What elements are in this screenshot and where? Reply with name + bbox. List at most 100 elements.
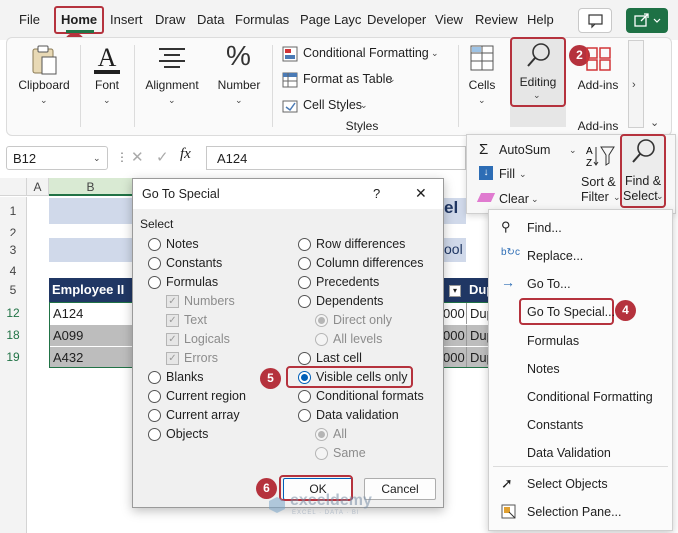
share-button[interactable] — [626, 8, 668, 33]
tab-page-layout[interactable]: Page Layc — [300, 12, 361, 27]
column-header-a[interactable]: A — [27, 178, 49, 196]
row-header[interactable]: 19 — [0, 346, 27, 368]
table-row[interactable]: 000 — [443, 325, 466, 346]
radio-button[interactable] — [298, 256, 311, 270]
help-button[interactable]: ? — [373, 186, 380, 201]
radio-button[interactable] — [298, 351, 311, 365]
row-header[interactable]: 4 — [0, 264, 27, 278]
option-data-validation[interactable]: Data validation — [298, 408, 399, 422]
autosum-button[interactable]: Σ AutoSum ⌄ — [475, 141, 577, 161]
menu-item-replace[interactable]: b↻c Replace... — [489, 244, 672, 268]
menu-item-formulas[interactable]: Formulas — [527, 334, 579, 348]
row-header[interactable]: 12 — [0, 302, 27, 324]
tab-formulas[interactable]: Formulas — [235, 12, 289, 27]
table-row[interactable]: Dup — [466, 303, 494, 324]
font-group[interactable]: A Font ⌄ — [84, 42, 130, 132]
insert-function-icon[interactable]: fx — [180, 146, 191, 163]
row-header[interactable]: 1 — [0, 197, 27, 226]
table-row[interactable]: 000 — [443, 347, 466, 367]
radio-button[interactable] — [298, 408, 311, 422]
find-select-button[interactable]: Find & Select ⌄ — [620, 134, 666, 208]
option-precedents[interactable]: Precedents — [298, 275, 379, 289]
close-icon[interactable]: ✕ — [415, 185, 427, 202]
clipboard-group[interactable]: Clipboard ⌄ — [14, 42, 74, 132]
menu-item-find[interactable]: ⚲ Find... — [489, 216, 672, 240]
option-objects[interactable]: Objects — [148, 427, 208, 441]
option-current-region[interactable]: Current region — [148, 389, 246, 403]
filter-dropdown-icon[interactable]: ▾ — [449, 285, 461, 297]
tab-data[interactable]: Data — [197, 12, 224, 27]
table-cell[interactable]: A432 — [50, 350, 83, 365]
option-conditional-formats[interactable]: Conditional formats — [298, 389, 424, 403]
tab-developer[interactable]: Developer — [367, 12, 426, 27]
menu-item-select-objects[interactable]: ➚ Select Objects — [489, 472, 672, 496]
radio-button[interactable] — [148, 237, 161, 251]
conditional-formatting-button[interactable]: Conditional Formatting ⌄ — [282, 44, 442, 64]
row-header[interactable]: 5 — [0, 278, 27, 302]
row-header[interactable]: 18 — [0, 324, 27, 346]
radio-button[interactable] — [148, 427, 161, 441]
radio-button[interactable] — [148, 275, 161, 289]
table-cell[interactable]: A099 — [50, 328, 83, 343]
menu-item-conditional-formatting[interactable]: Conditional Formatting — [527, 390, 653, 404]
name-box[interactable]: B12 ⌄ — [6, 146, 108, 170]
row-header[interactable]: 2 — [0, 226, 27, 240]
row-header[interactable]: 3 — [0, 236, 27, 264]
tab-insert[interactable]: Insert — [110, 12, 143, 27]
cells-group[interactable]: Cells ⌄ — [462, 42, 502, 108]
radio-button[interactable] — [148, 370, 161, 384]
tab-review[interactable]: Review — [475, 12, 518, 27]
table-row[interactable]: A432 — [50, 347, 132, 367]
editing-button[interactable]: Editing ⌄ — [510, 37, 566, 107]
option-dependents[interactable]: Dependents — [298, 294, 383, 308]
option-row-differences[interactable]: Row differences — [298, 237, 405, 251]
number-group[interactable]: % Number ⌄ — [212, 40, 266, 132]
menu-item-constants[interactable]: Constants — [527, 418, 583, 432]
table-row[interactable]: Dup — [466, 347, 494, 367]
table-row[interactable]: Dup — [466, 325, 494, 346]
comments-button[interactable] — [578, 8, 612, 33]
table-row[interactable]: A099 — [50, 325, 132, 346]
option-constants[interactable]: Constants — [148, 256, 222, 270]
add-ins-button[interactable]: Add-ins — [570, 42, 626, 108]
menu-item-selection-pane[interactable]: Selection Pane... — [489, 500, 672, 524]
cell-styles-button[interactable]: Cell Styles ⌄ — [282, 96, 392, 116]
fill-button[interactable]: ↓ Fill ⌄ — [475, 165, 555, 185]
table-row[interactable]: 000 — [443, 303, 466, 324]
radio-button[interactable] — [148, 408, 161, 422]
clear-button[interactable]: Clear ⌄ — [475, 190, 555, 210]
menu-item-go-to-special[interactable]: Go To Special... — [519, 298, 615, 325]
menu-item-go-to[interactable]: → Go To... — [489, 272, 672, 296]
tab-help[interactable]: Help — [527, 12, 554, 27]
sort-filter-button[interactable]: AZ Sort & Filter ⌄ — [579, 141, 621, 211]
table-cell[interactable]: A124 — [50, 306, 83, 321]
menu-item-notes[interactable]: Notes — [527, 362, 560, 376]
radio-button[interactable] — [298, 294, 311, 308]
cancel-entry-icon[interactable]: ✕ — [131, 148, 144, 166]
radio-button[interactable] — [148, 256, 161, 270]
radio-button[interactable] — [298, 389, 311, 403]
alignment-group[interactable]: Alignment ⌄ — [140, 42, 204, 132]
option-notes[interactable]: Notes — [148, 237, 199, 251]
select-all-corner[interactable] — [0, 178, 27, 196]
radio-button[interactable] — [298, 275, 311, 289]
column-header-b[interactable]: B — [49, 178, 133, 196]
collapse-ribbon-icon[interactable]: ⌄ — [650, 116, 659, 129]
option-current-array[interactable]: Current array — [148, 408, 240, 422]
tab-file[interactable]: File — [19, 12, 40, 27]
confirm-entry-icon[interactable]: ✓ — [156, 148, 169, 166]
table-row[interactable]: A124 — [50, 303, 132, 324]
radio-button[interactable] — [148, 389, 161, 403]
tab-view[interactable]: View — [435, 12, 463, 27]
menu-item-data-validation[interactable]: Data Validation — [527, 446, 611, 460]
ribbon-scroll-right[interactable]: › — [628, 40, 644, 128]
radio-button[interactable] — [298, 237, 311, 251]
option-last-cell[interactable]: Last cell — [298, 351, 362, 365]
option-column-differences[interactable]: Column differences — [298, 256, 423, 270]
option-formulas[interactable]: Formulas — [148, 275, 218, 289]
option-blanks[interactable]: Blanks — [148, 370, 204, 384]
more-options-icon[interactable]: ⋮ — [116, 150, 128, 164]
tab-draw[interactable]: Draw — [155, 12, 185, 27]
formula-input[interactable]: A124 — [206, 146, 466, 170]
format-as-table-button[interactable]: Format as Table ⌄ — [282, 70, 412, 90]
